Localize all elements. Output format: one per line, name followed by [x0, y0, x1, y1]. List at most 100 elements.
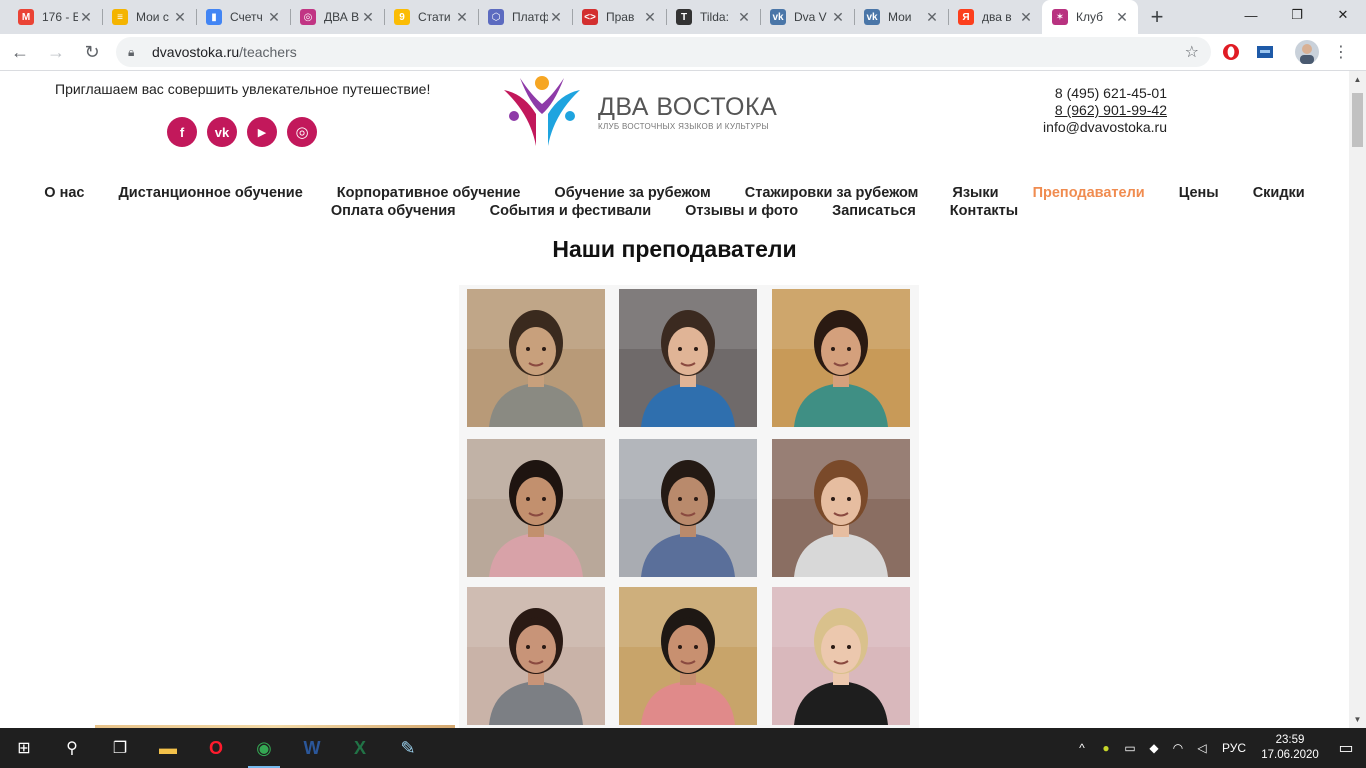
scroll-down-icon[interactable]: ▼ — [1349, 711, 1366, 728]
start-icon[interactable]: ⊞ — [0, 728, 48, 768]
battery-icon[interactable]: ▭ — [1118, 741, 1142, 755]
cube-icon: ⬡ — [488, 9, 504, 25]
explorer-icon[interactable]: ▬ — [144, 728, 192, 768]
tab-close-icon[interactable]: ✕ — [1018, 9, 1034, 26]
browser-tab[interactable]: vk Dva V ✕ — [760, 0, 854, 34]
browser-tab[interactable]: Ядва в ✕ — [948, 0, 1042, 34]
brand-name: ДВА ВОСТОКА — [598, 92, 778, 121]
tab-close-icon[interactable]: ✕ — [1114, 9, 1130, 26]
teacher-photo[interactable] — [467, 289, 605, 427]
youtube-icon[interactable]: ▶ — [247, 117, 277, 147]
menu-item[interactable]: Скидки — [1253, 184, 1305, 202]
teacher-photo[interactable] — [772, 289, 910, 427]
volume-icon[interactable]: ◁ — [1190, 741, 1214, 755]
browser-tab[interactable]: ◎ ДВА В ✕ — [290, 0, 384, 34]
menu-item[interactable]: Обучение за рубежом — [554, 184, 710, 202]
phone-2[interactable]: 8 (962) 901-99-42 — [1042, 102, 1167, 119]
vk-icon[interactable]: vk — [207, 117, 237, 147]
browser-tab[interactable]: ✶ Клуб ✕ — [1042, 0, 1138, 34]
logo-figure-icon — [504, 76, 580, 146]
browser-tab[interactable]: ▮ Счетч ✕ — [196, 0, 290, 34]
chrome-icon[interactable]: ◉ — [240, 728, 288, 768]
back-button[interactable]: ← — [4, 36, 36, 68]
scroll-up-icon[interactable]: ▲ — [1349, 71, 1366, 88]
browser-tab[interactable]: vk Мои ✕ — [854, 0, 948, 34]
tab-close-icon[interactable]: ✕ — [924, 9, 940, 26]
menu-item[interactable]: Преподаватели — [1033, 184, 1145, 202]
profile-avatar[interactable] — [1293, 38, 1321, 66]
dropbox-icon[interactable]: ◆ — [1142, 741, 1166, 755]
menu-item[interactable]: Записаться — [832, 202, 916, 220]
paint-icon[interactable]: ✎ — [384, 728, 432, 768]
excel-icon[interactable]: X — [336, 728, 384, 768]
minimize-button[interactable]: — — [1228, 0, 1274, 30]
browser-tab[interactable]: T Tilda: ✕ — [666, 0, 760, 34]
bookmark-star-icon[interactable]: ☆ — [1185, 42, 1199, 62]
forward-button[interactable]: → — [40, 36, 72, 68]
menu-item[interactable]: Оплата обучения — [331, 202, 456, 220]
wifi-icon[interactable]: ◠ — [1166, 741, 1190, 755]
teacher-photo[interactable] — [619, 587, 757, 725]
extension-blue-icon[interactable] — [1251, 38, 1279, 66]
phone-1[interactable]: 8 (495) 621-45-01 — [1042, 85, 1167, 102]
scroll-thumb[interactable] — [1352, 93, 1363, 147]
address-bar[interactable]: 🔒︎ dvavostoka.ru/teachers ☆ — [116, 37, 1211, 67]
tab-close-icon[interactable]: ✕ — [454, 9, 470, 26]
tab-close-icon[interactable]: ✕ — [266, 9, 282, 26]
opera-icon[interactable]: O — [192, 728, 240, 768]
menu-item[interactable]: О нас — [44, 184, 84, 202]
site-logo[interactable]: ДВА ВОСТОКА КЛУБ ВОСТОЧНЫХ ЯЗЫКОВ И КУЛЬ… — [500, 73, 790, 151]
tab-list: M 176 - E ✕ ≡ Мои с ✕ ▮ Счетч ✕ ◎ ДВА В ✕ 9 Стати ✕ ⬡ Пл… — [0, 0, 1138, 34]
browser-tab[interactable]: ⬡ Платф ✕ — [478, 0, 572, 34]
task-view-icon[interactable]: ❐ — [96, 728, 144, 768]
brand-subtitle: КЛУБ ВОСТОЧНЫХ ЯЗЫКОВ И КУЛЬТУРЫ — [598, 121, 769, 131]
tab-close-icon[interactable]: ✕ — [548, 9, 564, 26]
maximize-button[interactable]: ❐ — [1274, 0, 1320, 30]
new-tab-button[interactable]: + — [1142, 0, 1172, 34]
menu-item[interactable]: Языки — [952, 184, 998, 202]
teacher-photo[interactable] — [467, 587, 605, 725]
notifications-icon[interactable]: ▭ — [1326, 738, 1366, 758]
page-scrollbar[interactable]: ▲ ▼ — [1349, 71, 1366, 728]
menu-item[interactable]: События и фестивали — [490, 202, 651, 220]
teacher-photo[interactable] — [619, 439, 757, 577]
clock-time: 23:59 — [1275, 734, 1305, 746]
menu-item[interactable]: Цены — [1179, 184, 1219, 202]
browser-tab[interactable]: 9 Стати ✕ — [384, 0, 478, 34]
menu-item[interactable]: Отзывы и фото — [685, 202, 798, 220]
tab-title: Dva V — [794, 10, 827, 24]
instagram-icon[interactable]: ◎ — [287, 117, 317, 147]
teacher-photo[interactable] — [772, 439, 910, 577]
teacher-photo[interactable] — [467, 439, 605, 577]
close-window-button[interactable]: ✕ — [1320, 0, 1366, 30]
browser-tab[interactable]: ≡ Мои с ✕ — [102, 0, 196, 34]
search-icon[interactable]: ⚲ — [48, 728, 96, 768]
menu-item[interactable]: Контакты — [950, 202, 1018, 220]
teachers-gallery — [459, 285, 919, 728]
reload-button[interactable]: ↻ — [76, 36, 108, 68]
tab-close-icon[interactable]: ✕ — [78, 9, 94, 26]
language-indicator[interactable]: РУС — [1214, 741, 1254, 755]
tab-close-icon[interactable]: ✕ — [360, 9, 376, 26]
browser-tab[interactable]: M 176 - E ✕ — [8, 0, 102, 34]
tab-close-icon[interactable]: ✕ — [172, 9, 188, 26]
tray-app-icon[interactable]: ● — [1094, 741, 1118, 755]
tab-close-icon[interactable]: ✕ — [736, 9, 752, 26]
clock[interactable]: 23:59 17.06.2020 — [1254, 733, 1326, 763]
facebook-icon[interactable]: f — [167, 117, 197, 147]
word-icon[interactable]: W — [288, 728, 336, 768]
tab-close-icon[interactable]: ✕ — [830, 9, 846, 26]
extension-opera-icon[interactable] — [1217, 38, 1245, 66]
teacher-photo[interactable] — [772, 587, 910, 725]
teacher-photo[interactable] — [619, 289, 757, 427]
menu-item[interactable]: Стажировки за рубежом — [745, 184, 919, 202]
browser-menu-icon[interactable]: ⋮ — [1327, 38, 1355, 66]
browser-tab[interactable]: <> Прав ✕ — [572, 0, 666, 34]
menu-item[interactable]: Дистанционное обучение — [118, 184, 302, 202]
email-link[interactable]: info@dvavostoka.ru — [1042, 119, 1167, 136]
lock-icon: 🔒︎ — [128, 44, 135, 59]
menu-item[interactable]: Корпоративное обучение — [337, 184, 521, 202]
tab-close-icon[interactable]: ✕ — [642, 9, 658, 26]
yandex-icon: Я — [958, 9, 974, 25]
chevron-up-icon[interactable]: ^ — [1070, 741, 1094, 755]
